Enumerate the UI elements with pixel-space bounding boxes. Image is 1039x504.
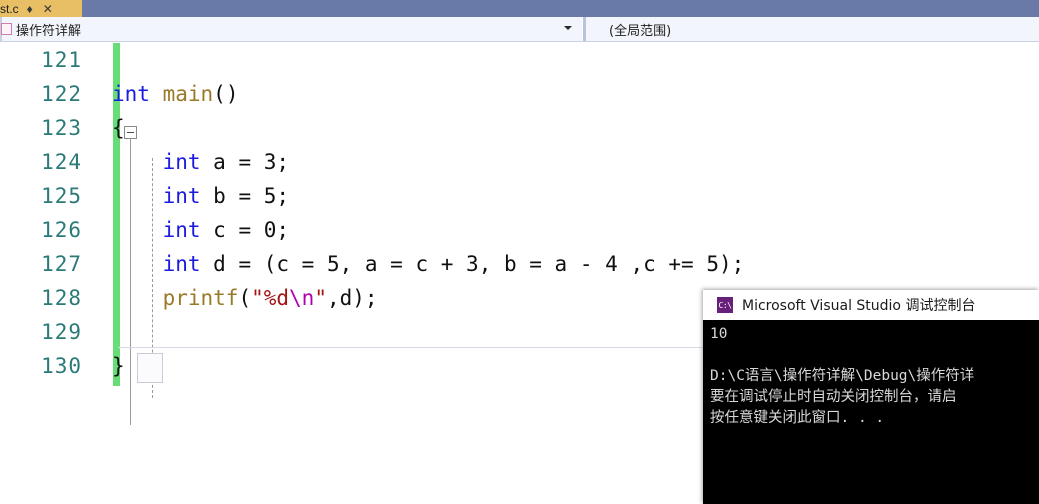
line-number: 129 [41,320,82,344]
line-number: 124 [41,150,82,174]
code-file-icon [1,23,12,35]
code-text: { [112,116,125,140]
line-number: 125 [41,184,82,208]
line-number: 128 [41,286,82,310]
console-line: 要在调试停止时自动关闭控制台，请启 [710,389,957,405]
code-line[interactable]: 127 int d = (c = 5, a = c + 3, b = a - 4… [0,247,1039,281]
code-line[interactable]: 123 { [0,111,1039,145]
console-app-icon: C:\ [717,297,733,313]
line-number: 126 [41,218,82,242]
debug-console-window[interactable]: C:\ Microsoft Visual Studio 调试控制台 10 D:\C… [703,290,1039,504]
console-line: D:\C语言\操作符详解\Debug\操作符详 [710,368,975,384]
member-scope-value: 操作符详解 [16,23,82,39]
line-number: 127 [41,252,82,276]
code-text: int c = 0; [162,218,290,242]
global-scope-dropdown[interactable]: (全局范围) [586,17,1039,41]
line-number: 123 [41,116,82,140]
code-line[interactable]: 124 int a = 3; [0,145,1039,179]
line-number: 121 [41,48,82,72]
console-line: 按任意键关闭此窗口. . . [710,410,885,426]
code-text: int d = (c = 5, a = c + 3, b = a - 4 ,c … [162,252,745,276]
console-title: Microsoft Visual Studio 调试控制台 [742,298,976,314]
code-text: int main() [112,82,239,106]
navigation-bar: 操作符详解 (全局范围) [0,17,1039,42]
code-text: int b = 5; [162,184,290,208]
chevron-down-icon[interactable] [564,26,572,30]
close-icon[interactable]: ✕ [43,3,53,15]
console-output: 10 D:\C语言\操作符详解\Debug\操作符详 要在调试停止时自动关闭控制台，… [703,320,1039,504]
member-scope-dropdown[interactable]: 操作符详解 [0,17,583,41]
line-number: 130 [41,354,82,378]
tab-test-c[interactable]: st.c ♦ ✕ [0,0,82,17]
line-number: 122 [41,82,82,106]
code-line[interactable]: 122 int main() [0,77,1039,111]
tab-label: st.c [0,1,19,16]
code-text: } [112,354,125,378]
pin-icon[interactable]: ♦ [27,3,33,15]
code-line[interactable]: 121 [0,43,1039,77]
code-text: int a = 3; [162,150,290,174]
global-scope-value: (全局范围) [609,23,672,39]
console-title-bar[interactable]: C:\ Microsoft Visual Studio 调试控制台 [703,290,1039,320]
code-text: printf("%d\n",d); [162,286,378,310]
tab-strip: st.c ♦ ✕ [0,0,1039,17]
code-line[interactable]: 125 int b = 5; [0,179,1039,213]
visual-studio-window: st.c ♦ ✕ 操作符详解 (全局范围) 121 122 int main() 12… [0,0,1039,504]
code-line[interactable]: 126 int c = 0; [0,213,1039,247]
console-line: 10 [710,326,728,342]
